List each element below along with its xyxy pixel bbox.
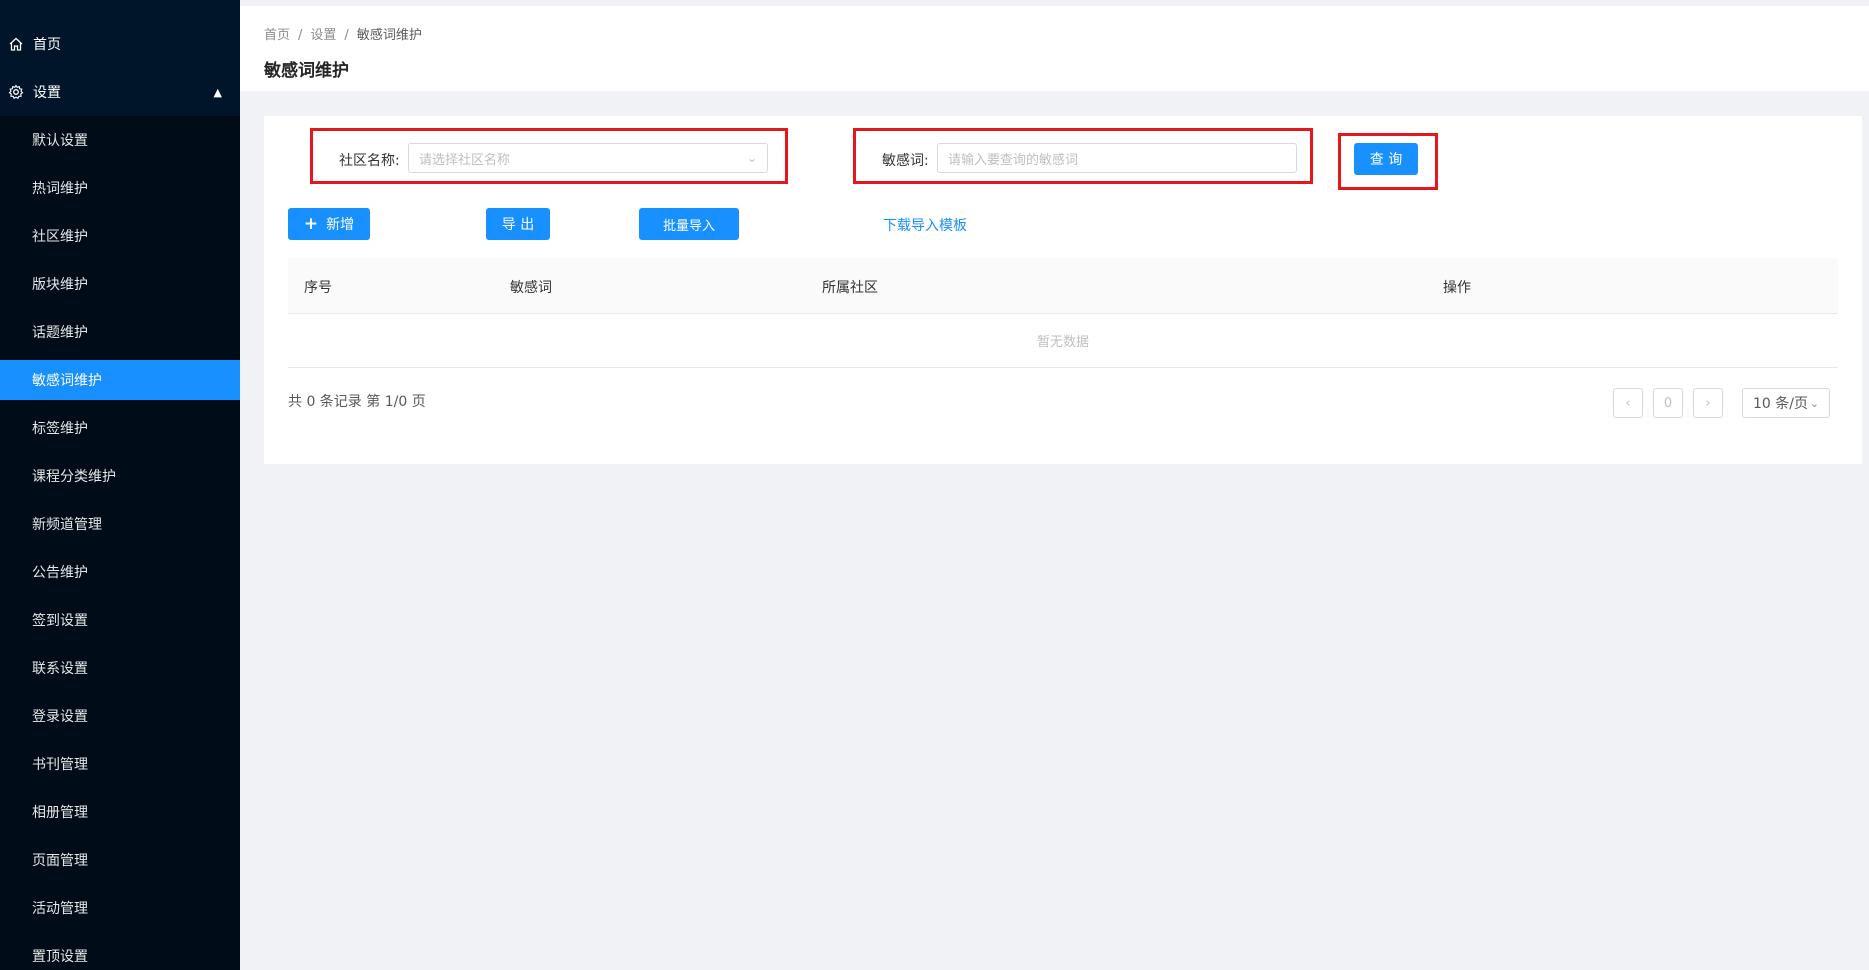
sidebar-item-label: 标签维护 bbox=[32, 421, 88, 437]
sidebar-item-home[interactable]: 首页 bbox=[0, 20, 240, 68]
sidebar-item[interactable]: 书刊管理 bbox=[0, 740, 240, 788]
sidebar-item[interactable]: 热词维护 bbox=[0, 164, 240, 212]
plus-icon: + bbox=[303, 214, 319, 234]
sidebar-item-label: 默认设置 bbox=[32, 133, 88, 149]
home-icon bbox=[8, 36, 24, 52]
content-card: 社区名称: 请选择社区名称 ⌄ 敏感词: 请输入要查询的敏感词 查 询 + 新增… bbox=[264, 116, 1862, 464]
sidebar-item-home-label: 首页 bbox=[33, 37, 61, 53]
sidebar-item-label: 活动管理 bbox=[32, 901, 88, 917]
gear-icon bbox=[8, 84, 24, 100]
sidebar-item[interactable]: 新频道管理 bbox=[0, 500, 240, 548]
community-label: 社区名称: bbox=[339, 153, 400, 169]
sidebar-item[interactable]: 默认设置 bbox=[0, 116, 240, 164]
page-size-select[interactable]: 10 条/页 ⌄ bbox=[1742, 388, 1830, 418]
sidebar-group-settings[interactable]: 设置 ▲ bbox=[0, 68, 240, 116]
download-template-link[interactable]: 下载导入模板 bbox=[883, 215, 967, 235]
community-select-placeholder: 请选择社区名称 bbox=[419, 152, 511, 168]
sidebar-item[interactable]: 相册管理 bbox=[0, 788, 240, 836]
sidebar-item[interactable]: 页面管理 bbox=[0, 836, 240, 884]
sidebar-item-label: 课程分类维护 bbox=[32, 469, 116, 485]
pagination-summary: 共 0 条记录 第 1/0 页 bbox=[288, 394, 426, 410]
breadcrumb-settings[interactable]: 设置 bbox=[310, 28, 336, 43]
column-header-community: 所属社区 bbox=[822, 280, 878, 296]
page-title: 敏感词维护 bbox=[264, 61, 349, 81]
next-page-button[interactable]: › bbox=[1693, 388, 1723, 418]
sidebar-item-label: 联系设置 bbox=[32, 661, 88, 677]
sidebar-item-label: 敏感词维护 bbox=[32, 373, 102, 389]
word-input-placeholder: 请输入要查询的敏感词 bbox=[948, 152, 1079, 168]
sidebar-item-label: 相册管理 bbox=[32, 805, 88, 821]
sidebar-item[interactable]: 敏感词维护 bbox=[0, 360, 240, 400]
sidebar-item[interactable]: 联系设置 bbox=[0, 644, 240, 692]
sidebar-item[interactable]: 话题维护 bbox=[0, 308, 240, 356]
add-button-label: 新增 bbox=[326, 217, 355, 233]
batch-import-button[interactable]: 批量导入 bbox=[639, 208, 739, 240]
table-empty-state: 暂无数据 bbox=[288, 313, 1838, 368]
column-header-actions: 操作 bbox=[1443, 280, 1471, 296]
sidebar-item-label: 公告维护 bbox=[32, 565, 88, 581]
sidebar-item-label: 页面管理 bbox=[32, 853, 88, 869]
sidebar-item-label: 书刊管理 bbox=[32, 757, 88, 773]
word-input[interactable]: 请输入要查询的敏感词 bbox=[937, 143, 1297, 173]
chevron-up-icon: ▲ bbox=[213, 85, 222, 99]
sidebar-item[interactable]: 签到设置 bbox=[0, 596, 240, 644]
sidebar-item-label: 社区维护 bbox=[32, 229, 88, 245]
sidebar-item[interactable]: 版块维护 bbox=[0, 260, 240, 308]
sidebar-item-label: 版块维护 bbox=[32, 277, 88, 293]
sidebar-item-label: 签到设置 bbox=[32, 613, 88, 629]
word-label: 敏感词: bbox=[882, 153, 929, 169]
chevron-right-icon: › bbox=[1705, 395, 1711, 411]
sidebar-item-label: 置顶设置 bbox=[32, 949, 88, 965]
community-select[interactable]: 请选择社区名称 ⌄ bbox=[408, 143, 768, 173]
prev-page-button[interactable]: ‹ bbox=[1613, 388, 1643, 418]
sidebar-item-label: 热词维护 bbox=[32, 181, 88, 197]
sidebar-item-label: 登录设置 bbox=[32, 709, 88, 725]
chevron-left-icon: ‹ bbox=[1625, 395, 1631, 411]
table-header: 序号 敏感词 所属社区 操作 bbox=[288, 258, 1838, 314]
page-header: 首页 / 设置 / 敏感词维护 敏感词维护 bbox=[240, 0, 1869, 91]
sidebar-item[interactable]: 社区维护 bbox=[0, 212, 240, 260]
sidebar-item[interactable]: 公告维护 bbox=[0, 548, 240, 596]
column-header-index: 序号 bbox=[304, 280, 332, 296]
breadcrumb-current: 敏感词维护 bbox=[356, 28, 422, 43]
page-size-value: 10 条/页 bbox=[1753, 396, 1808, 412]
sidebar-item-label: 新频道管理 bbox=[32, 517, 102, 533]
breadcrumb-home[interactable]: 首页 bbox=[264, 28, 290, 43]
sidebar-group-settings-label: 设置 bbox=[33, 85, 61, 101]
sidebar-item[interactable]: 课程分类维护 bbox=[0, 452, 240, 500]
column-header-word: 敏感词 bbox=[510, 280, 552, 296]
export-button[interactable]: 导 出 bbox=[486, 208, 550, 240]
breadcrumb: 首页 / 设置 / 敏感词维护 bbox=[264, 24, 422, 43]
chevron-down-icon: ⌄ bbox=[1809, 396, 1819, 410]
sidebar: 首页 设置 ▲ 默认设置热词维护社区维护版块维护话题维护敏感词维护标签维护课程分… bbox=[0, 0, 240, 970]
sidebar-item-label: 话题维护 bbox=[32, 325, 88, 341]
sidebar-item[interactable]: 置顶设置 bbox=[0, 932, 240, 970]
sidebar-item[interactable]: 标签维护 bbox=[0, 404, 240, 452]
settings-submenu: 默认设置热词维护社区维护版块维护话题维护敏感词维护标签维护课程分类维护 新频道管理… bbox=[0, 116, 240, 970]
sidebar-item[interactable]: 活动管理 bbox=[0, 884, 240, 932]
query-button[interactable]: 查 询 bbox=[1354, 143, 1418, 175]
add-button[interactable]: + 新增 bbox=[288, 208, 370, 240]
chevron-down-icon: ⌄ bbox=[746, 151, 757, 165]
breadcrumb-separator: / bbox=[344, 28, 349, 43]
sidebar-item[interactable]: 登录设置 bbox=[0, 692, 240, 740]
current-page-input[interactable]: 0 bbox=[1653, 388, 1683, 418]
breadcrumb-separator: / bbox=[298, 28, 303, 43]
